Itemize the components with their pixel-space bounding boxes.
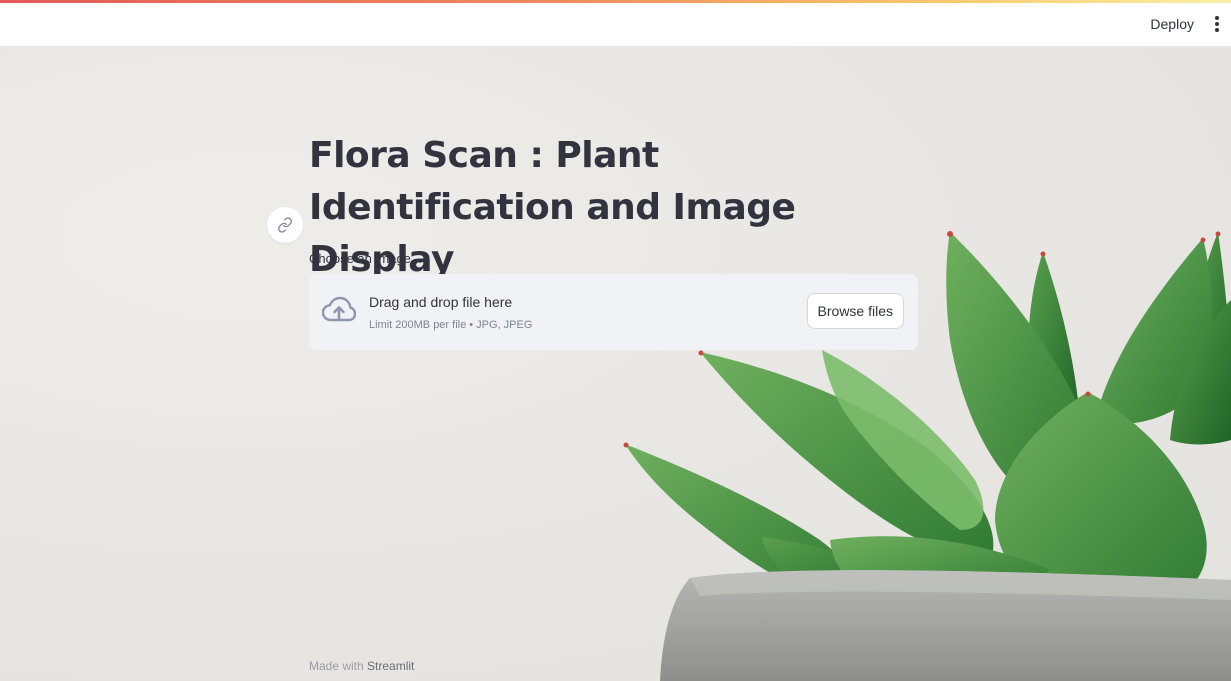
vertical-ellipsis-icon[interactable] — [1212, 14, 1222, 34]
cloud-upload-icon — [322, 296, 356, 322]
footer-prefix: Made with — [309, 659, 368, 673]
link-icon[interactable] — [267, 207, 303, 243]
uploader-label: Choose an image... — [309, 251, 422, 266]
file-dropzone[interactable]: Drag and drop file here Limit 200MB per … — [309, 274, 918, 350]
dropzone-limit-text: Limit 200MB per file • JPG, JPEG — [369, 319, 533, 331]
deploy-button[interactable]: Deploy — [1150, 16, 1194, 32]
footer: Made with Streamlit — [309, 659, 414, 673]
browse-files-button[interactable]: Browse files — [806, 293, 904, 329]
streamlit-link[interactable]: Streamlit — [367, 659, 414, 673]
app-header: Deploy — [0, 3, 1231, 47]
dropzone-title: Drag and drop file here — [369, 294, 513, 310]
